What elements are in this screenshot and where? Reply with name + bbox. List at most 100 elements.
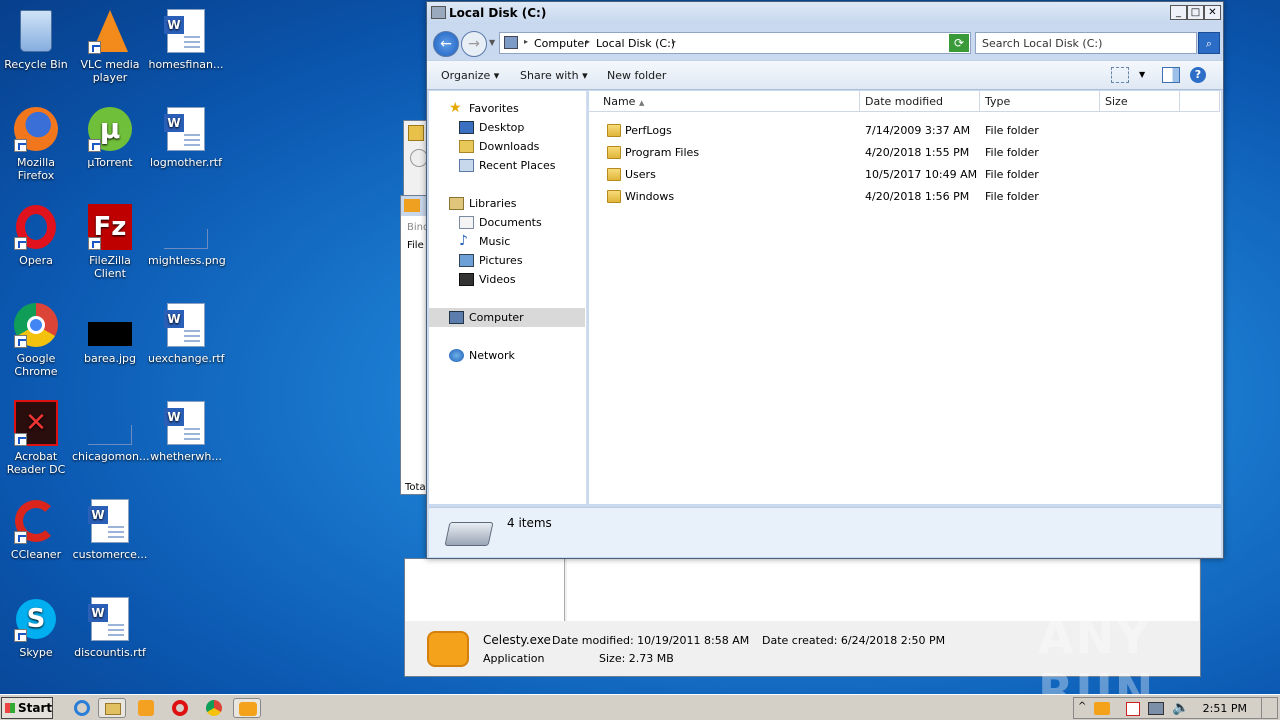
action-center-icon[interactable]: [1126, 702, 1140, 716]
ie-icon[interactable]: [68, 698, 96, 718]
start-button[interactable]: Start: [1, 697, 53, 719]
desktop-icon-recycle-bin[interactable]: Recycle Bin: [0, 8, 74, 71]
column-header-type[interactable]: Type: [980, 91, 1100, 112]
desktop-icon-discountis[interactable]: W discountis.rtf: [72, 596, 148, 659]
breadcrumb-chevron-icon[interactable]: ▸: [672, 37, 676, 46]
nav-videos[interactable]: Videos: [459, 270, 516, 289]
forward-button[interactable]: →: [461, 31, 487, 57]
view-options-icon[interactable]: [1111, 67, 1129, 83]
maximize-button[interactable]: □: [1187, 5, 1204, 20]
item-count: 4 items: [507, 516, 552, 530]
search-icon[interactable]: ⌕: [1198, 32, 1220, 54]
column-header-size[interactable]: Size: [1100, 91, 1180, 112]
file-menu[interactable]: File: [407, 240, 424, 251]
total-label: Tota: [405, 482, 426, 493]
folder-icon: [607, 124, 621, 137]
desktop-icon-chicagomon[interactable]: chicagomon...: [72, 400, 149, 463]
view-dropdown-icon[interactable]: ▼: [1139, 70, 1145, 79]
help-icon[interactable]: ?: [1190, 67, 1206, 83]
word-document-icon: W: [164, 401, 205, 445]
folder-icon: [607, 168, 621, 181]
nav-computer[interactable]: Computer: [449, 308, 524, 327]
show-desktop-button[interactable]: [1261, 698, 1275, 718]
nav-favorites[interactable]: ★ Favorites: [449, 99, 519, 118]
libraries-icon: [449, 197, 464, 210]
breadcrumb-chevron-icon[interactable]: ▸: [586, 37, 590, 46]
nav-documents[interactable]: Documents: [459, 213, 542, 232]
recent-pages-chevron-icon[interactable]: ▼: [489, 38, 495, 47]
breadcrumb-computer[interactable]: Computer: [534, 37, 589, 50]
title-bar[interactable]: Local Disk (C:) _ □ ✕: [427, 2, 1223, 24]
preview-pane-icon[interactable]: [1162, 67, 1180, 83]
celesty-icon: [404, 199, 420, 212]
file-row-program-files[interactable]: Program Files 4/20/2018 1:55 PM File fol…: [589, 142, 1189, 164]
close-button[interactable]: ✕: [1204, 5, 1221, 20]
back-button[interactable]: ←: [433, 31, 459, 57]
desktop-icon-filezilla[interactable]: Fz FileZilla Client: [72, 204, 148, 280]
refresh-button[interactable]: ⟳: [949, 34, 969, 52]
nav-downloads[interactable]: Downloads: [459, 137, 539, 156]
network-tray-icon[interactable]: [1148, 702, 1164, 715]
desktop-icon-customerce[interactable]: W customerce...: [72, 498, 148, 561]
media-player-icon[interactable]: [132, 698, 160, 718]
organize-button[interactable]: Organize ▾: [441, 69, 499, 82]
celesty-app-icon: [427, 631, 469, 667]
desktop-icon-logmother[interactable]: W logmother.rtf: [148, 106, 224, 169]
word-document-icon: W: [164, 303, 205, 347]
desktop-icon-barea[interactable]: barea.jpg: [72, 302, 148, 365]
file-row-users[interactable]: Users 10/5/2017 10:49 AM File folder: [589, 164, 1189, 186]
search-input[interactable]: Search Local Disk (C:): [975, 32, 1197, 54]
desktop-icon-utorrent[interactable]: µ µTorrent: [72, 106, 148, 169]
word-document-icon: W: [88, 499, 129, 543]
celesty-type: Application: [483, 652, 545, 665]
desktop-icon-mightless[interactable]: mightless.png: [148, 204, 226, 267]
word-document-icon: W: [164, 9, 205, 53]
share-with-button[interactable]: Share with ▾: [520, 69, 588, 82]
nav-recent-places[interactable]: Recent Places: [459, 156, 556, 175]
celesty-size: Size: 2.73 MB: [599, 652, 674, 665]
word-document-icon: W: [88, 597, 129, 641]
desktop-icon-firefox[interactable]: Mozilla Firefox: [0, 106, 74, 182]
window-title: Local Disk (C:): [449, 6, 547, 20]
file-row-windows[interactable]: Windows 4/20/2018 1:56 PM File folder: [589, 186, 1189, 208]
desktop-icon-chrome[interactable]: Google Chrome: [0, 302, 74, 378]
opera-taskbar-icon[interactable]: [166, 698, 194, 718]
column-header-date[interactable]: Date modified: [860, 91, 980, 112]
nav-pictures[interactable]: Pictures: [459, 251, 523, 270]
celesty-modified: Date modified: 10/19/2011 8:58 AM: [552, 634, 750, 647]
desktop-icon-whetherwh[interactable]: W whetherwh...: [148, 400, 224, 463]
nav-network[interactable]: Network: [449, 346, 515, 365]
column-header-extra[interactable]: [1180, 91, 1220, 112]
column-header-name[interactable]: Name ▲: [589, 91, 860, 112]
volume-icon[interactable]: 🔈: [1172, 700, 1189, 716]
new-folder-button[interactable]: New folder: [607, 69, 666, 82]
explorer-window: Local Disk (C:) _ □ ✕ ← → ▼ ▸ Computer ▸…: [426, 1, 1224, 559]
word-document-icon: W: [164, 107, 205, 151]
desktop-icon-vlc[interactable]: VLC media player: [72, 8, 148, 84]
desktop-icon-homesfinan[interactable]: W homesfinan...: [148, 8, 224, 71]
explorer-taskbar-icon[interactable]: [98, 698, 126, 718]
desktop-icon-acrobat[interactable]: ✕ Acrobat Reader DC: [0, 400, 74, 476]
drive-icon: [444, 522, 494, 546]
address-bar[interactable]: ▸ Computer ▸ Local Disk (C:) ▸ ▼: [499, 32, 971, 54]
chrome-taskbar-icon[interactable]: [200, 698, 228, 718]
desktop-icon-opera[interactable]: Opera: [0, 204, 74, 267]
file-row-perflogs[interactable]: PerfLogs 7/14/2009 3:37 AM File folder: [589, 120, 1189, 142]
image-thumbnail-icon: [88, 322, 132, 346]
nav-music[interactable]: ♪ Music: [459, 232, 510, 251]
folder-icon: [607, 190, 621, 203]
desktop-icon-skype[interactable]: S Skype: [0, 596, 74, 659]
desktop-icon-uexchange[interactable]: W uexchange.rtf: [148, 302, 225, 365]
breadcrumb-local-disk[interactable]: Local Disk (C:): [596, 37, 675, 50]
nav-desktop[interactable]: Desktop: [459, 118, 524, 137]
celesty-tray-icon[interactable]: [1094, 702, 1110, 715]
breadcrumb-chevron-icon[interactable]: ▸: [524, 37, 528, 46]
minimize-button[interactable]: _: [1170, 5, 1187, 20]
celesty-taskbar-icon[interactable]: [233, 698, 261, 718]
celesty-file-name: Celesty.exe: [483, 633, 551, 647]
desktop-icon-ccleaner[interactable]: CCleaner: [0, 498, 74, 561]
clock[interactable]: 2:51 PM: [1203, 702, 1247, 715]
nav-libraries[interactable]: Libraries: [449, 194, 517, 213]
show-hidden-icons-chevron-icon[interactable]: ^: [1078, 701, 1086, 712]
navigation-pane: ★ Favorites Desktop Downloads Recent Plac…: [429, 91, 587, 504]
